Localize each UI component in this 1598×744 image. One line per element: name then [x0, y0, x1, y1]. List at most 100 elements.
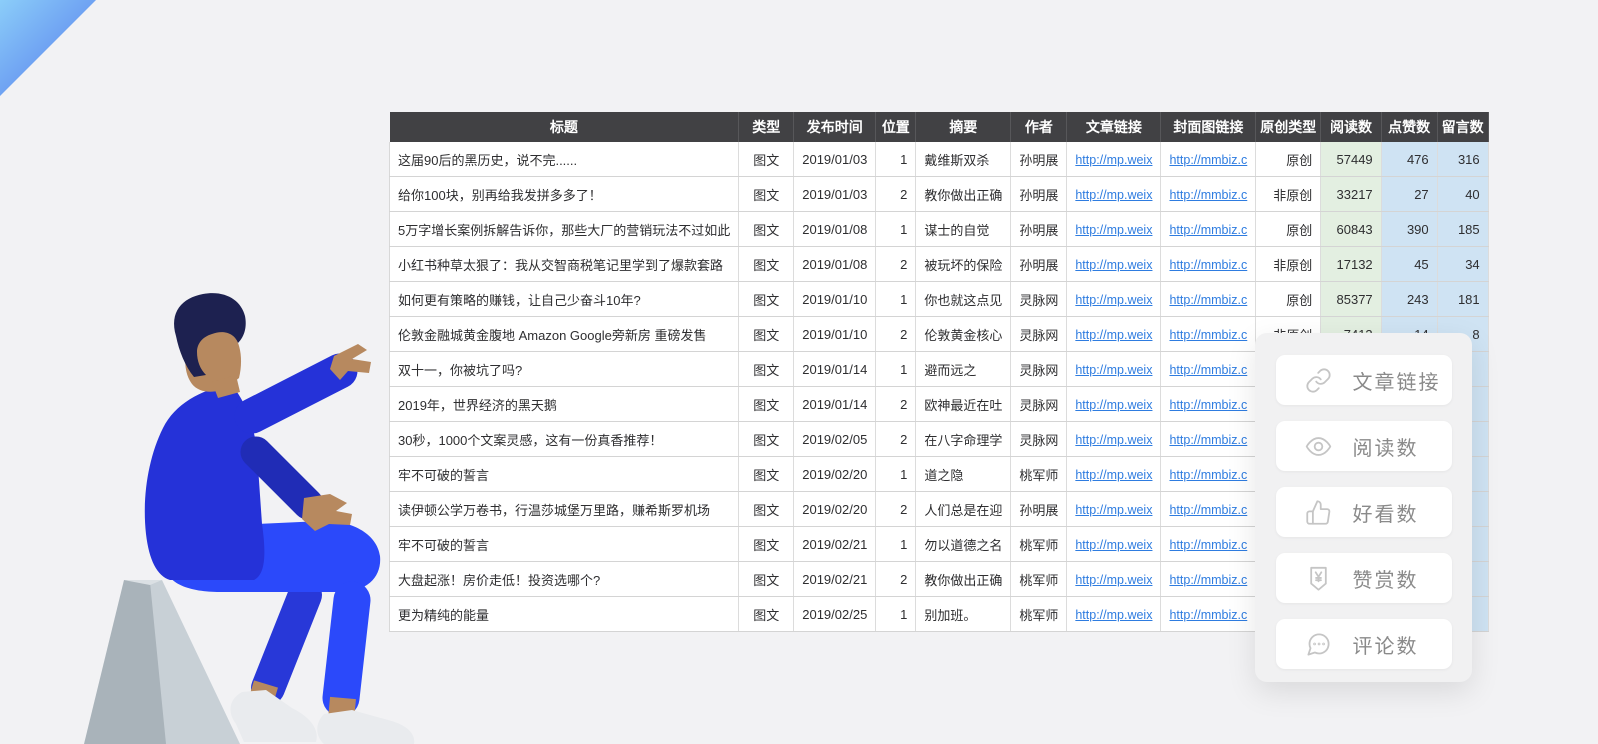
yen-badge-icon [1305, 565, 1332, 592]
cell-link: http://mp.weix [1067, 562, 1161, 597]
person-illustration [0, 0, 420, 744]
cover-link[interactable]: http://mmbiz.c [1169, 153, 1247, 167]
cover-link[interactable]: http://mmbiz.c [1169, 293, 1247, 307]
cover-link[interactable]: http://mmbiz.c [1169, 363, 1247, 377]
cell-title: 更为精纯的能量 [390, 597, 739, 632]
cell-date: 2019/02/21 [794, 527, 876, 562]
article-link[interactable]: http://mp.weix [1075, 398, 1152, 412]
option-comment-count[interactable]: 评论数 [1276, 619, 1452, 669]
cell-type: 图文 [739, 352, 794, 387]
cell-pos: 1 [876, 282, 916, 317]
article-link[interactable]: http://mp.weix [1075, 573, 1152, 587]
column-header-reads: 阅读数 [1321, 112, 1381, 142]
cell-author: 孙明展 [1011, 492, 1067, 527]
cell-type: 图文 [739, 247, 794, 282]
option-read-count[interactable]: 阅读数 [1276, 421, 1452, 471]
cover-link[interactable]: http://mmbiz.c [1169, 573, 1247, 587]
cover-link[interactable]: http://mmbiz.c [1169, 223, 1247, 237]
cell-pos: 2 [876, 247, 916, 282]
column-header-type: 类型 [739, 112, 794, 142]
table-row: 给你100块，别再给我发拼多多了！图文2019/01/032教你做出正确孙明展h… [390, 177, 1489, 212]
column-header-orig: 原创类型 [1256, 112, 1321, 142]
cell-date: 2019/01/10 [794, 317, 876, 352]
comment-icon [1305, 631, 1332, 658]
column-header-comments: 留言数 [1437, 112, 1488, 142]
cover-link[interactable]: http://mmbiz.c [1169, 258, 1247, 272]
cover-link[interactable]: http://mmbiz.c [1169, 188, 1247, 202]
cell-summary: 戴维斯双杀 [916, 142, 1011, 177]
article-link[interactable]: http://mp.weix [1075, 293, 1152, 307]
column-header-likes: 点赞数 [1381, 112, 1437, 142]
article-link[interactable]: http://mp.weix [1075, 363, 1152, 377]
thumbs-up-icon [1305, 499, 1332, 526]
article-link[interactable]: http://mp.weix [1075, 608, 1152, 622]
cover-link[interactable]: http://mmbiz.c [1169, 433, 1247, 447]
option-label: 文章链接 [1353, 366, 1441, 395]
article-link[interactable]: http://mp.weix [1075, 468, 1152, 482]
cell-date: 2019/01/08 [794, 247, 876, 282]
cell-author: 灵脉网 [1011, 422, 1067, 457]
cell-author: 灵脉网 [1011, 317, 1067, 352]
cell-likes: 45 [1381, 247, 1437, 282]
cell-title: 5万字增长案例拆解告诉你，那些大厂的营销玩法不过如此 [390, 212, 739, 247]
cell-cover: http://mmbiz.c [1161, 177, 1256, 212]
cell-type: 图文 [739, 212, 794, 247]
cell-reads: 85377 [1321, 282, 1381, 317]
cell-link: http://mp.weix [1067, 177, 1161, 212]
article-link[interactable]: http://mp.weix [1075, 258, 1152, 272]
column-header-author: 作者 [1011, 112, 1067, 142]
cell-summary: 欧神最近在吐 [916, 387, 1011, 422]
cell-link: http://mp.weix [1067, 457, 1161, 492]
cell-author: 灵脉网 [1011, 282, 1067, 317]
option-like-count[interactable]: 好看数 [1276, 487, 1452, 537]
option-article-link[interactable]: 文章链接 [1276, 355, 1452, 405]
cell-author: 孙明展 [1011, 212, 1067, 247]
cell-link: http://mp.weix [1067, 247, 1161, 282]
cover-link[interactable]: http://mmbiz.c [1169, 608, 1247, 622]
cell-pos: 2 [876, 317, 916, 352]
cover-link[interactable]: http://mmbiz.c [1169, 328, 1247, 342]
cell-link: http://mp.weix [1067, 422, 1161, 457]
cell-title: 双十一，你被坑了吗? [390, 352, 739, 387]
cell-cover: http://mmbiz.c [1161, 492, 1256, 527]
cover-link[interactable]: http://mmbiz.c [1169, 468, 1247, 482]
cell-link: http://mp.weix [1067, 282, 1161, 317]
cell-pos: 1 [876, 527, 916, 562]
plinth [84, 580, 240, 744]
article-link[interactable]: http://mp.weix [1075, 538, 1152, 552]
article-link[interactable]: http://mp.weix [1075, 153, 1152, 167]
cell-reads: 57449 [1321, 142, 1381, 177]
cell-pos: 2 [876, 562, 916, 597]
cell-date: 2019/01/14 [794, 352, 876, 387]
cell-type: 图文 [739, 142, 794, 177]
cover-link[interactable]: http://mmbiz.c [1169, 538, 1247, 552]
cell-title: 小红书种草太狠了：我从交智商税笔记里学到了爆款套路 [390, 247, 739, 282]
cell-type: 图文 [739, 317, 794, 352]
option-label: 评论数 [1353, 630, 1419, 659]
cell-date: 2019/02/20 [794, 457, 876, 492]
cell-pos: 2 [876, 422, 916, 457]
eye-icon [1305, 433, 1332, 460]
cell-link: http://mp.weix [1067, 492, 1161, 527]
cover-link[interactable]: http://mmbiz.c [1169, 398, 1247, 412]
article-link[interactable]: http://mp.weix [1075, 328, 1152, 342]
cell-likes: 476 [1381, 142, 1437, 177]
cell-type: 图文 [739, 492, 794, 527]
cell-date: 2019/02/25 [794, 597, 876, 632]
cell-title: 大盘起涨！房价走低！投资选哪个? [390, 562, 739, 597]
person-body [145, 344, 414, 744]
cell-title: 30秒，1000个文案灵感，这有一份真香推荐！ [390, 422, 739, 457]
article-link[interactable]: http://mp.weix [1075, 223, 1152, 237]
cell-likes: 243 [1381, 282, 1437, 317]
column-header-link: 文章链接 [1067, 112, 1161, 142]
cell-pos: 1 [876, 212, 916, 247]
cell-title: 如何更有策略的赚钱，让自己少奋斗10年? [390, 282, 739, 317]
article-link[interactable]: http://mp.weix [1075, 188, 1152, 202]
article-link[interactable]: http://mp.weix [1075, 503, 1152, 517]
option-reward-count[interactable]: 赞赏数 [1276, 553, 1452, 603]
cover-link[interactable]: http://mmbiz.c [1169, 503, 1247, 517]
cell-cover: http://mmbiz.c [1161, 282, 1256, 317]
table-header-row: 标题类型发布时间位置摘要作者文章链接封面图链接原创类型阅读数点赞数留言数 [390, 112, 1489, 142]
article-link[interactable]: http://mp.weix [1075, 433, 1152, 447]
cell-pos: 2 [876, 387, 916, 422]
